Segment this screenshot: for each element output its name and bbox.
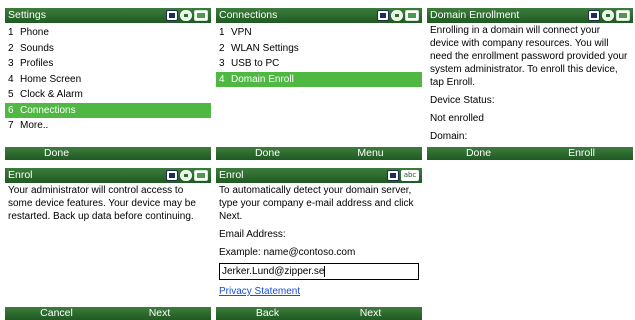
screen-title: Enrol [219, 169, 244, 181]
enrol-email-content: To automatically detect your domain serv… [219, 184, 419, 305]
menu-item-sounds[interactable]: 2 Sounds [5, 41, 211, 57]
screen-title: Connections [219, 9, 278, 21]
title-bar: Domain Enrollment [427, 8, 633, 23]
battery-icon [194, 170, 208, 181]
screen-title: Enrol [8, 169, 33, 181]
domain-label: Domain: [430, 131, 468, 142]
status-icons [166, 9, 208, 22]
softkey-next[interactable]: Next [319, 307, 422, 320]
title-bar: Enrol abc [216, 168, 422, 183]
menu-item-clock-alarm[interactable]: 5 Clock & Alarm [5, 87, 211, 103]
screen-title: Settings [8, 9, 46, 21]
menu-item-usb-to-pc[interactable]: 3 USB to PC [216, 56, 422, 72]
email-label: Email Address: [219, 229, 286, 240]
softkey-done[interactable]: Done [216, 147, 319, 160]
softkey-menu[interactable]: Menu [319, 147, 422, 160]
email-input-value: Jerker.Lund@zipper.se [222, 266, 325, 277]
enrol-warning-content: Your administrator will control access t… [8, 184, 208, 305]
menu-item-more[interactable]: 7 More.. [5, 118, 211, 134]
signal-icon [377, 10, 389, 21]
softkey-done[interactable]: Done [5, 147, 108, 160]
connectivity-icon [180, 170, 192, 181]
softkey-bar: Done Menu [216, 147, 422, 160]
softkey-bar: Cancel Next [5, 307, 211, 320]
text-caret [324, 265, 326, 277]
settings-screen: Settings 1 Phone 2 Sounds 3 Profiles 4 Home … [5, 8, 211, 160]
signal-icon [166, 10, 178, 21]
connections-menu: 1 VPN 2 WLAN Settings 3 USB to PC 4 Domain E… [216, 25, 422, 87]
softkey-bar: Done [5, 147, 211, 160]
menu-item-connections[interactable]: 6 Connections [5, 102, 211, 118]
menu-item-home-screen[interactable]: 4 Home Screen [5, 72, 211, 88]
enrol-warning-screen: Enrol Your administrator will control ac… [5, 168, 211, 320]
softkey-cancel[interactable]: Cancel [5, 307, 108, 320]
email-input[interactable]: Jerker.Lund@zipper.se [219, 263, 419, 280]
connections-screen: Connections 1 VPN 2 WLAN Settings 3 USB to … [216, 8, 422, 160]
status-icons [588, 9, 630, 22]
softkey-next[interactable]: Next [108, 307, 211, 320]
softkey-enroll[interactable]: Enroll [530, 147, 633, 160]
enrol-email-screen: Enrol abc To automatically detect your d… [216, 168, 422, 320]
battery-icon [616, 10, 630, 21]
battery-icon [194, 10, 208, 21]
menu-item-domain-enroll[interactable]: 4 Domain Enroll [216, 71, 422, 87]
connectivity-icon [391, 10, 403, 21]
domain-enrollment-screen: Domain Enrollment Enrolling in a domain … [427, 8, 633, 160]
menu-item-profiles[interactable]: 3 Profiles [5, 56, 211, 72]
softkey-bar: Done Enroll [427, 147, 633, 160]
softkey-back[interactable]: Back [216, 307, 319, 320]
title-bar: Enrol [5, 168, 211, 183]
connectivity-icon [180, 10, 192, 21]
status-icons [166, 169, 208, 182]
enrollment-content: Enrolling in a domain will connect your … [430, 24, 630, 145]
softkey-done[interactable]: Done [427, 147, 530, 160]
title-bar: Settings [5, 8, 211, 23]
menu-item-wlan-settings[interactable]: 2 WLAN Settings [216, 41, 422, 57]
privacy-statement-link[interactable]: Privacy Statement [219, 286, 300, 297]
device-status-value: Not enrolled [430, 113, 484, 124]
enrol-warning-text: Your administrator will control access t… [8, 185, 196, 222]
connectivity-icon [602, 10, 614, 21]
input-mode-indicator: abc [401, 170, 419, 181]
signal-icon [166, 170, 178, 181]
enrol-email-instructions: To automatically detect your domain serv… [219, 185, 414, 222]
enrollment-description: Enrolling in a domain will connect your … [430, 25, 628, 88]
signal-icon [588, 10, 600, 21]
menu-item-phone[interactable]: 1 Phone [5, 25, 211, 41]
battery-icon [405, 10, 419, 21]
softkey-bar: Back Next [216, 307, 422, 320]
menu-item-vpn[interactable]: 1 VPN [216, 25, 422, 41]
settings-menu: 1 Phone 2 Sounds 3 Profiles 4 Home Screen 5C… [5, 25, 211, 134]
device-status-label: Device Status: [430, 95, 495, 106]
status-icons: abc [387, 169, 419, 182]
email-example: Example: name@contoso.com [219, 247, 356, 258]
signal-icon [387, 170, 399, 181]
screen-title: Domain Enrollment [430, 9, 520, 21]
status-icons [377, 9, 419, 22]
title-bar: Connections [216, 8, 422, 23]
